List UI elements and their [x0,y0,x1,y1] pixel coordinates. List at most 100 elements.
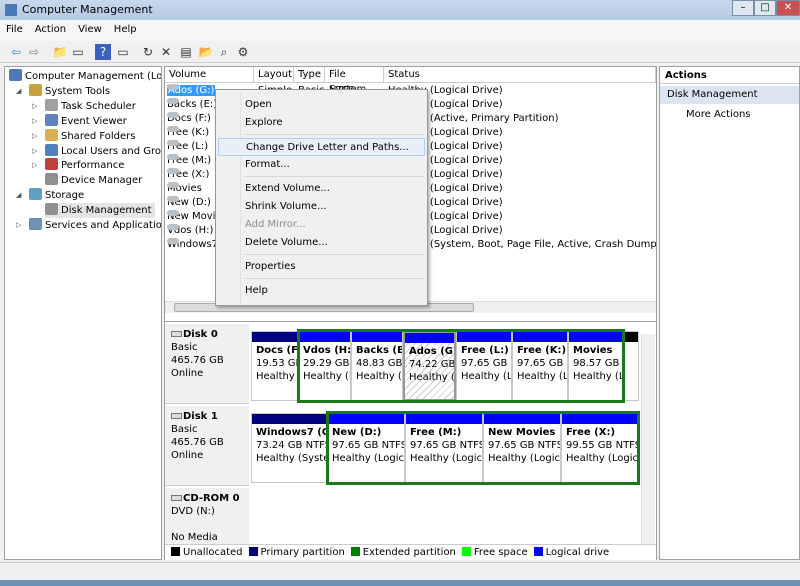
legend: Unallocated Primary partition Extended par… [165,544,656,560]
disk-map: Disk 0 Basic 465.76 GB Online Docs (F:) 19.53… [165,321,656,548]
tree-item-computer-management-local[interactable]: Computer Management (Local [9,69,162,84]
tree-item-label: System Tools [45,85,111,97]
disk-label-cd-rom-0[interactable]: CD-ROM 0 DVD (N:) No Media [165,488,249,548]
storage-icon [29,188,42,201]
menu-item-open[interactable]: Open [218,96,425,114]
status-bar [0,562,800,580]
users-icon [45,143,58,156]
delete-icon[interactable]: ✕ [158,44,174,60]
disk-name: Disk 1 [171,410,243,423]
drive-icon [167,224,179,230]
tree-item-local-users-and-groups[interactable]: Local Users and Groups [45,143,161,159]
cell-status: Healthy (Logical Drive) [388,127,503,138]
extended-partition-outline [326,411,640,485]
partition-docs-f[interactable]: Docs (F:) 19.53 GB NTFS Healthy (Active, P… [251,331,298,401]
disk-label-disk-0[interactable]: Disk 0 Basic 465.76 GB Online [165,324,249,404]
tree-item-event-viewer[interactable]: Event Viewer [45,113,127,129]
expanded-arrow-icon[interactable]: ◢ [16,87,21,95]
console-tree: Computer Management (Local System Tools ◢ T… [4,66,162,560]
disk-name: Disk 0 [171,328,243,341]
search-icon[interactable]: ⌕ [216,44,232,60]
actions-pane: Actions Disk Management More Actions [659,66,800,560]
legend-swatch [248,547,258,556]
cell-status: Healthy (Logical Drive) [388,141,503,152]
menu-item-properties[interactable]: Properties [218,258,425,276]
tree-item-storage[interactable]: Storage [29,188,84,203]
up-folder-icon[interactable]: 📁 [52,44,68,60]
collapsed-arrow-icon[interactable]: ▷ [32,147,37,155]
tree-item-label: Computer Management (Local [25,71,162,82]
menu-item-extend-volume[interactable]: Extend Volume... [218,180,425,198]
tree-item-performance[interactable]: Performance [45,158,124,173]
menu-file[interactable]: File [0,20,29,39]
menu-item-delete-volume[interactable]: Delete Volume... [218,234,425,252]
disk-icon [171,331,182,337]
partition-info: Windows7 (C:) 73.24 GB NTFS Healthy (Syste… [252,424,326,467]
menu-item-explore[interactable]: Explore [218,114,425,132]
menu-item-format[interactable]: Format... [218,156,425,174]
collapsed-arrow-icon[interactable]: ▷ [32,117,37,125]
partition-name: Docs (F:) [256,345,298,356]
tree-item-services-and-applications[interactable]: Services and Applications [29,218,161,233]
menu-item-help[interactable]: Help [218,282,425,300]
cell-status: Healthy (Logical Drive) [388,225,503,236]
disk-map-scrollbar[interactable] [641,334,655,544]
app-icon [5,4,17,16]
column-header-volume[interactable]: Volume [165,67,254,83]
cell-status: Healthy (Logical Drive) [388,155,503,166]
refresh-icon[interactable]: ↻ [140,44,156,60]
back-icon[interactable]: ⇦ [8,44,24,60]
collapsed-arrow-icon[interactable]: ▷ [16,221,21,229]
disk-name-text: CD-ROM 0 [183,493,240,504]
more-actions-link[interactable]: More Actions [686,109,751,120]
collapsed-arrow-icon[interactable]: ▷ [32,161,37,169]
tree-item-task-scheduler[interactable]: Task Scheduler [45,98,136,114]
menu-item-shrink-volume[interactable]: Shrink Volume... [218,198,425,216]
tree-item-label: Task Scheduler [61,100,136,112]
drive-icon [167,182,179,188]
menu-view[interactable]: View [72,20,108,39]
settings-icon[interactable]: ⚙ [235,44,251,60]
menu-action[interactable]: Action [29,20,72,39]
collapsed-arrow-icon[interactable]: ▷ [32,132,37,140]
column-header-type[interactable]: Type [294,67,325,83]
menu-item-change-drive-letter-and-paths[interactable]: Change Drive Letter and Paths... [218,138,425,156]
cell-status: Healthy (Logical Drive) [388,169,503,180]
partition-windows-c[interactable]: Windows7 (C:) 73.24 GB NTFS Healthy (Syste… [251,413,327,483]
show-hide-action-pane-icon[interactable]: ▭ [115,44,131,60]
legend-swatch [461,547,471,556]
cell-status: Healthy (Logical Drive) [388,183,503,194]
cell-status: Healthy (Logical Drive) [388,85,503,96]
actions-section-disk-management[interactable]: Disk Management [660,86,799,104]
menu-help[interactable]: Help [108,20,143,39]
unallocated-color-bar [625,332,638,342]
drive-icon [167,238,179,244]
legend-label: Primary partition [260,547,345,558]
cell-status: Healthy (Logical Drive) [388,197,503,208]
forward-icon[interactable]: ⇨ [26,44,42,60]
open-icon[interactable]: 📂 [198,44,214,60]
drive-icon [167,140,179,146]
show-hide-tree-icon[interactable]: ▭ [70,44,86,60]
disk-label-disk-1[interactable]: Disk 1 Basic 465.76 GB Online [165,406,249,486]
column-header-layout[interactable]: Layout [254,67,294,83]
partition-unallocated[interactable] [624,331,639,401]
disk-state: Online [171,450,204,461]
extended-partition-outline [297,329,625,403]
column-header-file-system[interactable]: File System [325,67,384,95]
collapsed-arrow-icon[interactable]: ▷ [32,102,37,110]
legend-label: Unallocated [183,547,243,558]
column-header-status[interactable]: Status [384,67,656,83]
expanded-arrow-icon[interactable]: ◢ [16,191,21,199]
help-icon[interactable]: ? [95,44,111,60]
maximize-button[interactable]: □ [754,0,776,16]
title-bar: Computer Management – □ ✕ [0,0,800,20]
properties-icon[interactable]: ▤ [178,44,194,60]
tree-item-device-manager[interactable]: Device Manager [45,173,142,188]
tree-item-disk-management[interactable]: Disk Management [45,203,155,219]
tree-item-shared-folders[interactable]: Shared Folders [45,128,136,144]
minimize-button[interactable]: – [732,0,754,16]
tree-item-system-tools[interactable]: System Tools [29,83,111,99]
close-button[interactable]: ✕ [776,0,800,16]
drive-icon [167,112,179,118]
